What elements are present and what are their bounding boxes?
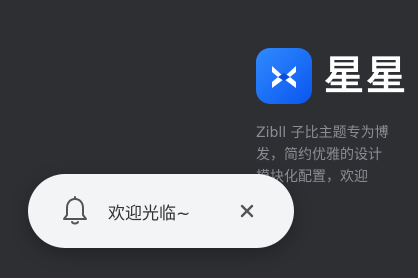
bell-icon <box>62 196 88 226</box>
site-description: Zibll 子比主题专为博 发，简约优雅的设计 模块化配置，欢迎 <box>256 122 418 188</box>
close-icon[interactable] <box>234 198 260 224</box>
brand-header[interactable]: 星星 <box>256 48 408 104</box>
toast-message: 欢迎光临~ <box>108 203 191 224</box>
description-line: Zibll 子比主题专为博 <box>256 125 389 141</box>
description-line: 发，简约优雅的设计 <box>256 147 382 163</box>
brand-name: 星星 <box>324 53 408 99</box>
page-background: 星星 Zibll 子比主题专为博 发，简约优雅的设计 模块化配置，欢迎 欢迎光临… <box>0 0 418 278</box>
welcome-toast: 欢迎光临~ <box>28 174 294 248</box>
x-logo-icon <box>256 48 312 104</box>
